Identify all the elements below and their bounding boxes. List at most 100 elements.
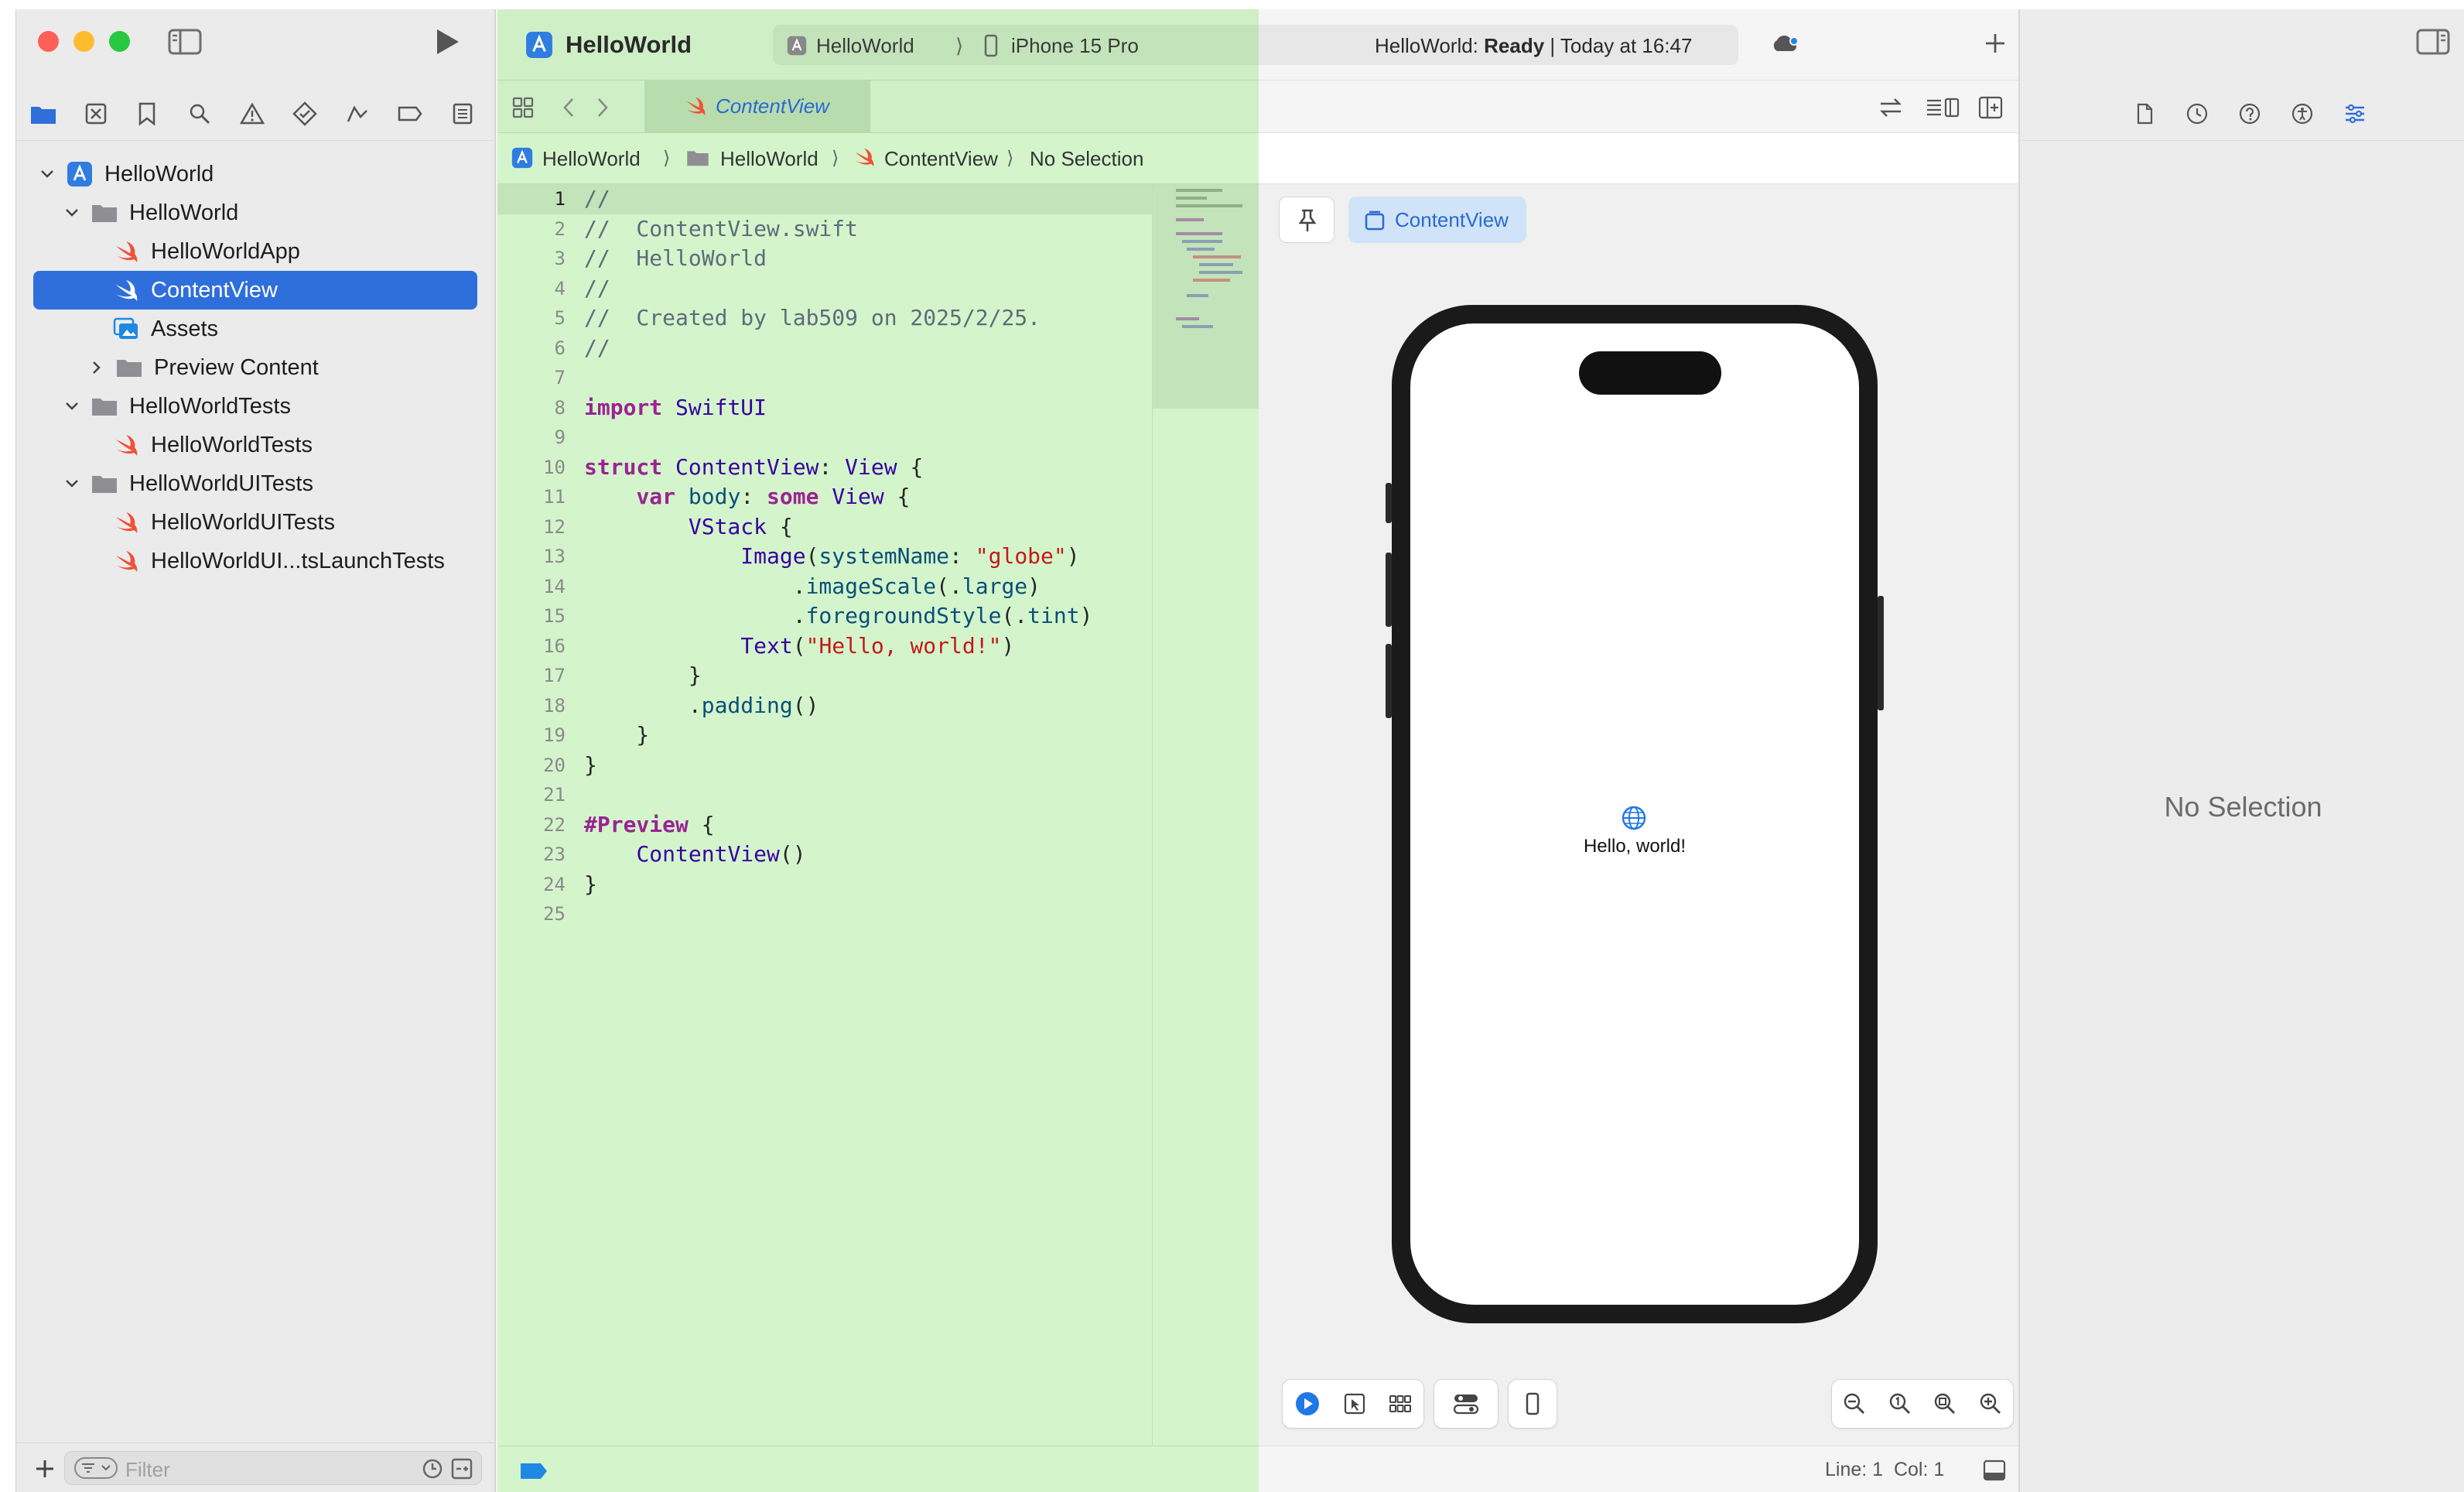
- recent-files-icon[interactable]: [421, 1457, 444, 1480]
- file-inspector-icon[interactable]: [2133, 102, 2156, 125]
- source-control-navigator-icon[interactable]: [78, 96, 114, 132]
- toggle-inspector-icon[interactable]: [2416, 28, 2450, 56]
- tree-item-file[interactable]: HelloWorldUITests: [16, 503, 496, 542]
- scheme-selector[interactable]: HelloWorld: [816, 34, 914, 58]
- chevron-down-icon[interactable]: [63, 474, 81, 493]
- tree-item-file[interactable]: HelloWorldUI...tsLaunchTests: [16, 542, 496, 580]
- cloud-sync-icon[interactable]: [1769, 33, 1800, 56]
- selectable-mode-icon[interactable]: [1343, 1392, 1366, 1415]
- code-line[interactable]: 12 VStack {: [497, 512, 1152, 542]
- add-icon[interactable]: [33, 1457, 56, 1480]
- bookmark-navigator-icon[interactable]: [129, 96, 165, 132]
- code-line[interactable]: 10 struct ContentView: View {: [497, 453, 1152, 483]
- tree-item-file[interactable]: HelloWorldTests: [16, 426, 496, 464]
- code-line[interactable]: 6 //: [497, 334, 1152, 364]
- code-line[interactable]: 15 .foregroundStyle(.tint): [497, 601, 1152, 631]
- pin-preview-button[interactable]: [1279, 197, 1335, 243]
- code-line[interactable]: 23 ContentView(): [497, 840, 1152, 870]
- device-screen[interactable]: Hello, world!: [1410, 323, 1859, 1305]
- toggle-sidebar-icon[interactable]: [168, 28, 202, 56]
- code-line[interactable]: 20}: [497, 751, 1152, 781]
- swap-icon[interactable]: [1878, 96, 1904, 119]
- code-line[interactable]: 3 // HelloWorld: [497, 244, 1152, 274]
- destination-selector[interactable]: iPhone 15 Pro: [1011, 34, 1139, 58]
- tree-item-assets[interactable]: Assets: [16, 310, 496, 348]
- variants-icon[interactable]: [1389, 1392, 1412, 1415]
- code-line[interactable]: 1 //: [497, 184, 1152, 214]
- zoom-out-icon[interactable]: [1843, 1392, 1866, 1415]
- code-line[interactable]: 5 // Created by lab509 on 2025/2/25.: [497, 303, 1152, 334]
- zoom-in-icon[interactable]: [1979, 1392, 2002, 1415]
- live-preview-icon[interactable]: [1294, 1391, 1321, 1417]
- code-line[interactable]: 22 #Preview {: [497, 810, 1152, 840]
- toggle-debug-area-icon[interactable]: [1983, 1459, 2006, 1482]
- tree-item-folder[interactable]: HelloWorld: [16, 193, 496, 232]
- jumpbar-item[interactable]: ContentView: [884, 147, 998, 171]
- chevron-down-icon[interactable]: [63, 397, 81, 416]
- zoom-actual-size-icon[interactable]: [1888, 1392, 1912, 1415]
- tree-item-folder[interactable]: HelloWorldTests: [16, 387, 496, 426]
- code-line[interactable]: 7: [497, 363, 1152, 393]
- minimize-window-button[interactable]: [73, 31, 94, 52]
- chevron-down-icon[interactable]: [38, 165, 56, 183]
- navigate-forward-icon[interactable]: [593, 96, 612, 119]
- find-navigator-icon[interactable]: [182, 96, 217, 132]
- jumpbar-item[interactable]: No Selection: [1030, 147, 1143, 171]
- code-line[interactable]: 19 }: [497, 720, 1152, 751]
- debug-navigator-icon[interactable]: [340, 96, 375, 132]
- code-line[interactable]: 2 // ContentView.swift: [497, 214, 1152, 245]
- code-line[interactable]: 13 Image(systemName: "globe"): [497, 542, 1152, 572]
- tree-item-label: HelloWorldApp: [151, 238, 300, 264]
- add-editor-icon[interactable]: [1978, 96, 2003, 119]
- test-navigator-icon[interactable]: [287, 96, 323, 132]
- code-area[interactable]: 1 // 2 // ContentView.swift 3 // HelloWorld 4 /…: [497, 184, 1152, 1446]
- related-items-icon[interactable]: [511, 96, 535, 119]
- close-window-button[interactable]: [38, 31, 59, 52]
- report-navigator-icon[interactable]: [445, 96, 480, 132]
- navigate-back-icon[interactable]: [559, 96, 578, 119]
- code-line[interactable]: 11 var body: some View {: [497, 482, 1152, 512]
- jumpbar-item[interactable]: HelloWorld: [542, 147, 641, 171]
- device-button[interactable]: [1508, 1379, 1557, 1429]
- attributes-inspector-icon[interactable]: [2343, 102, 2367, 125]
- history-inspector-icon[interactable]: [2185, 102, 2209, 125]
- code-line[interactable]: 25: [497, 899, 1152, 929]
- code-line[interactable]: 9: [497, 423, 1152, 453]
- breakpoint-navigator-icon[interactable]: [392, 96, 428, 132]
- project-navigator-icon[interactable]: [26, 96, 61, 132]
- code-line[interactable]: 8 import SwiftUI: [497, 393, 1152, 423]
- chevron-down-icon[interactable]: [63, 204, 81, 222]
- run-button[interactable]: [431, 26, 462, 57]
- filter-options-icon[interactable]: [74, 1457, 118, 1479]
- issue-navigator-icon[interactable]: [234, 96, 270, 132]
- zoom-to-fit-icon[interactable]: [1933, 1392, 1957, 1415]
- source-control-filter-icon[interactable]: [450, 1457, 473, 1480]
- tree-item-file-selected[interactable]: ContentView: [33, 271, 477, 310]
- chevron-right-icon[interactable]: [87, 358, 106, 377]
- code-line[interactable]: 17 }: [497, 661, 1152, 691]
- jumpbar-item[interactable]: HelloWorld: [720, 147, 818, 171]
- editor-options-icon[interactable]: [1926, 96, 1960, 119]
- tree-item-folder[interactable]: Preview Content: [16, 348, 496, 387]
- zoom-window-button[interactable]: [109, 31, 130, 52]
- code-line[interactable]: 21: [497, 780, 1152, 810]
- quick-help-icon[interactable]: [2238, 102, 2261, 125]
- filter-field[interactable]: Filter: [64, 1451, 482, 1485]
- code-line[interactable]: 18 .padding(): [497, 691, 1152, 721]
- add-library-icon[interactable]: [1983, 31, 2008, 56]
- preview-tab-contentview[interactable]: ContentView: [1348, 197, 1526, 243]
- jump-bar: HelloWorld ⟩ HelloWorld ⟩ ContentView ⟩ …: [497, 133, 1259, 184]
- canvas-settings-button[interactable]: [1434, 1379, 1499, 1429]
- code-line[interactable]: 24}: [497, 870, 1152, 900]
- tree-item-project[interactable]: HelloWorld: [16, 155, 496, 193]
- accessibility-inspector-icon[interactable]: [2291, 102, 2314, 125]
- tree-item-file[interactable]: HelloWorldApp: [16, 232, 496, 271]
- swift-file-icon: [685, 96, 706, 116]
- minimap[interactable]: [1152, 184, 1259, 1446]
- code-line[interactable]: 4 //: [497, 274, 1152, 304]
- breakpoint-toggle-icon[interactable]: [519, 1462, 549, 1480]
- tree-item-folder[interactable]: HelloWorldUITests: [16, 464, 496, 503]
- code-line[interactable]: 16 Text("Hello, world!"): [497, 631, 1152, 662]
- code-line[interactable]: 14 .imageScale(.large): [497, 572, 1152, 602]
- tab-contentview[interactable]: ContentView: [644, 80, 870, 133]
